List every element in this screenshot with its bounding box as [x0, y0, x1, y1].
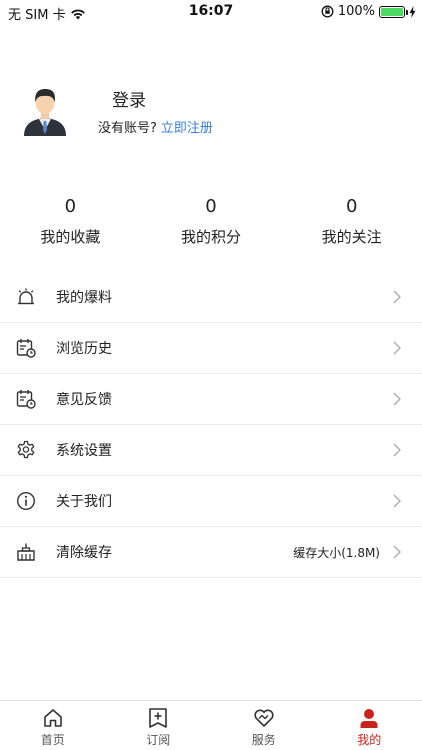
menu-label: 浏览历史 — [56, 341, 112, 357]
menu-label: 意见反馈 — [56, 392, 112, 408]
battery-percent: 100% — [337, 4, 375, 19]
menu-label: 我的爆料 — [56, 290, 112, 306]
stat-points[interactable]: 0 我的积分 — [141, 194, 282, 254]
no-account-text: 没有账号? — [98, 121, 157, 136]
menu-label: 系统设置 — [56, 443, 112, 459]
menu-label: 关于我们 — [56, 494, 112, 510]
chevron-right-icon — [393, 341, 401, 355]
menu-item-feedback[interactable]: 意见反馈 — [0, 374, 422, 425]
heart-hands-icon — [254, 709, 274, 727]
cache-size-label: 缓存大小(1.8M) — [293, 545, 380, 560]
charging-icon — [409, 5, 416, 18]
register-line: 没有账号? 立即注册 — [98, 117, 213, 136]
menu-item-tip-off[interactable]: 我的爆料 — [0, 272, 422, 323]
tab-label: 我的 — [357, 733, 382, 747]
tab-home[interactable]: 首页 — [0, 701, 106, 750]
status-right: 100% — [321, 4, 416, 19]
stat-value: 0 — [345, 196, 358, 217]
subscribe-icon — [149, 708, 168, 728]
stat-label: 我的关注 — [321, 228, 382, 246]
menu-label: 清除缓存 — [56, 545, 112, 561]
battery-icon — [379, 5, 408, 18]
login-title[interactable]: 登录 — [112, 86, 146, 111]
stats-row: 0 我的收藏 0 我的积分 0 我的关注 — [0, 194, 422, 254]
status-bar: 无 SIM 卡 16:07 100% — [0, 0, 422, 24]
tab-label: 服务 — [251, 733, 276, 747]
tab-bar: 首页 订阅 服务 我的 — [0, 700, 422, 750]
stat-label: 我的积分 — [181, 228, 242, 246]
tab-mine[interactable]: 我的 — [317, 701, 422, 750]
stat-label: 我的收藏 — [40, 228, 101, 246]
tab-label: 订阅 — [146, 733, 171, 747]
menu-item-about[interactable]: 关于我们 — [0, 476, 422, 527]
calendar-clock-icon — [16, 390, 36, 409]
home-icon — [43, 709, 62, 727]
chevron-right-icon — [393, 494, 401, 508]
menu-item-history[interactable]: 浏览历史 — [0, 323, 422, 374]
chevron-right-icon — [393, 545, 401, 559]
alarm-icon — [18, 288, 34, 305]
basket-icon — [17, 543, 35, 561]
tab-label: 首页 — [40, 733, 65, 747]
calendar-clock-icon — [16, 339, 36, 358]
chevron-right-icon — [393, 443, 401, 457]
gear-icon — [17, 440, 35, 459]
person-icon — [360, 709, 378, 728]
orientation-lock-icon — [321, 5, 334, 18]
battery-fill — [381, 7, 403, 16]
avatar[interactable] — [22, 84, 68, 136]
tab-subscribe[interactable]: 订阅 — [106, 701, 212, 750]
menu-list: 我的爆料 浏览历史 意见反馈 系统设置 关于我们 清除缓存 缓存大小(1.8M) — [0, 272, 422, 578]
register-link[interactable]: 立即注册 — [161, 121, 213, 136]
stat-follows[interactable]: 0 我的关注 — [281, 194, 422, 254]
stat-value: 0 — [64, 196, 77, 217]
stat-value: 0 — [205, 196, 217, 217]
chevron-right-icon — [393, 392, 401, 406]
stat-favorites[interactable]: 0 我的收藏 — [0, 194, 141, 254]
menu-item-settings[interactable]: 系统设置 — [0, 425, 422, 476]
chevron-right-icon — [393, 290, 401, 304]
menu-item-clear-cache[interactable]: 清除缓存 缓存大小(1.8M) — [0, 527, 422, 578]
info-icon — [16, 491, 36, 511]
tab-services[interactable]: 服务 — [211, 701, 317, 750]
